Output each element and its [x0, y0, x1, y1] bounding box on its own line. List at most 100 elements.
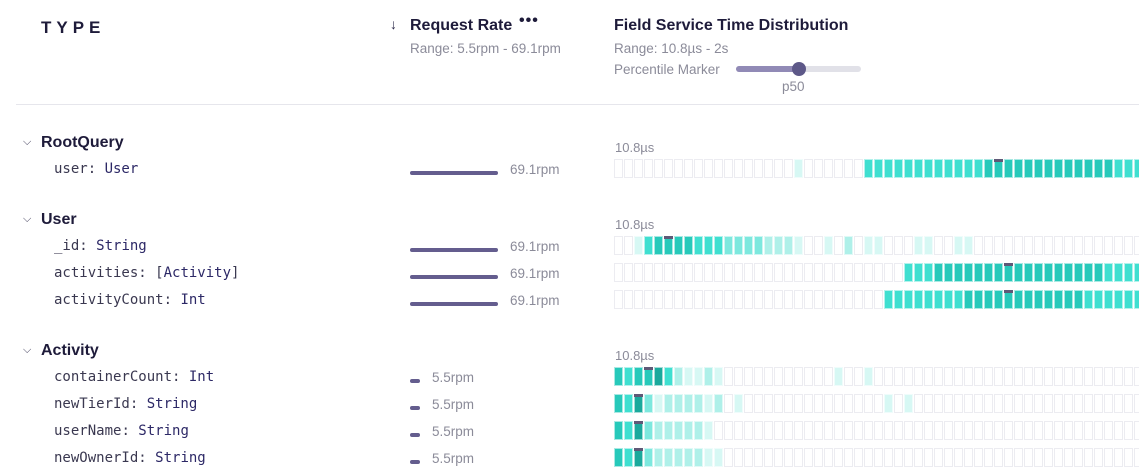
heatmap-cell — [894, 448, 903, 467]
distribution-heatmap[interactable] — [614, 367, 1139, 386]
heatmap-cell — [904, 236, 913, 255]
field-name: newOwnerId — [54, 450, 139, 466]
heatmap-cell — [614, 394, 623, 413]
request-rate-value: 5.5rpm — [432, 370, 475, 385]
heatmap-cell — [764, 290, 773, 309]
heatmap-cell — [844, 263, 853, 282]
heatmap-cell — [1104, 290, 1113, 309]
percentile-slider-thumb[interactable] — [791, 62, 806, 76]
heatmap-cell — [1124, 263, 1133, 282]
heatmap-cell — [924, 421, 933, 440]
heatmap-cell — [1044, 263, 1053, 282]
heatmap-cell — [804, 290, 813, 309]
type-group-name[interactable]: Activity — [41, 342, 99, 360]
heatmap-cell — [694, 236, 703, 255]
heatmap-cell — [714, 263, 723, 282]
heatmap-cell — [834, 367, 843, 386]
heatmap-cell — [924, 367, 933, 386]
heatmap-cell — [624, 236, 633, 255]
heatmap-cell — [914, 367, 923, 386]
field-colon: : — [138, 450, 156, 466]
field-row[interactable]: newOwnerId: String — [54, 450, 206, 466]
heatmap-cell — [784, 421, 793, 440]
field-type[interactable]: Activity — [164, 265, 231, 281]
heatmap-cell — [814, 448, 823, 467]
chevron-down-icon[interactable]: ⌵ — [23, 136, 31, 149]
heatmap-cell — [724, 263, 733, 282]
heatmap-cell — [1004, 367, 1013, 386]
field-row[interactable]: userName: String — [54, 423, 189, 439]
field-row[interactable]: activityCount: Int — [54, 292, 206, 308]
heatmap-cell — [934, 263, 943, 282]
heatmap-cell — [624, 159, 633, 178]
field-type[interactable]: String — [96, 238, 147, 254]
field-row[interactable]: containerCount: Int — [54, 369, 214, 385]
heatmap-cell — [1014, 236, 1023, 255]
field-type[interactable]: String — [155, 450, 206, 466]
heatmap-cell — [944, 367, 953, 386]
distribution-heatmap[interactable] — [614, 448, 1139, 467]
chevron-down-icon[interactable]: ⌵ — [23, 213, 31, 226]
distribution-range: Range: 10.8µs - 2s — [614, 41, 729, 56]
heatmap-cell — [904, 367, 913, 386]
heatmap-cell — [894, 290, 903, 309]
heatmap-cell — [924, 159, 933, 178]
heatmap-cell — [824, 421, 833, 440]
type-group-name[interactable]: RootQuery — [41, 134, 124, 152]
heatmap-cell — [904, 394, 913, 413]
heatmap-cell — [1114, 263, 1123, 282]
distribution-heatmap[interactable] — [614, 421, 1139, 440]
heatmap-cell — [724, 159, 733, 178]
request-rate-menu-icon[interactable]: ••• — [519, 12, 539, 30]
heatmap-cell — [934, 394, 943, 413]
heatmap-cell — [914, 236, 923, 255]
field-colon: : — [87, 161, 105, 177]
field-type[interactable]: Int — [180, 292, 205, 308]
heatmap-cell — [854, 367, 863, 386]
field-row[interactable]: activities: [Activity] — [54, 265, 239, 281]
heatmap-cell — [624, 448, 633, 467]
field-colon: : — [163, 292, 181, 308]
distribution-heatmap[interactable] — [614, 394, 1139, 413]
heatmap-cell — [734, 394, 743, 413]
heatmap-cell — [654, 236, 663, 255]
heatmap-cell — [864, 236, 873, 255]
field-colon: : — [129, 396, 147, 412]
field-type[interactable]: Int — [189, 369, 214, 385]
heatmap-cell — [1084, 263, 1093, 282]
heatmap-cell — [654, 394, 663, 413]
heatmap-cell — [1124, 448, 1133, 467]
heatmap-cell — [1014, 159, 1023, 178]
type-group-name[interactable]: User — [41, 211, 77, 229]
heatmap-cell — [694, 290, 703, 309]
header-divider — [16, 104, 1139, 105]
heatmap-cell — [1014, 367, 1023, 386]
heatmap-cell — [914, 394, 923, 413]
sort-arrow-icon[interactable]: ↓ — [390, 16, 397, 32]
heatmap-cell — [874, 367, 883, 386]
field-row[interactable]: _id: String — [54, 238, 147, 254]
distribution-heatmap[interactable] — [614, 263, 1139, 282]
heatmap-cell — [784, 394, 793, 413]
field-row[interactable]: newTierId: String — [54, 396, 197, 412]
heatmap-cell — [774, 263, 783, 282]
distribution-heatmap[interactable] — [614, 236, 1139, 255]
chevron-down-icon[interactable]: ⌵ — [23, 344, 31, 357]
field-name: userName — [54, 423, 122, 439]
distribution-heatmap[interactable] — [614, 159, 1139, 178]
heatmap-cell — [1024, 367, 1033, 386]
heatmap-cell — [614, 159, 623, 178]
distribution-heatmap[interactable] — [614, 290, 1139, 309]
heatmap-cell — [884, 290, 893, 309]
heatmap-cell — [704, 421, 713, 440]
heatmap-cell — [834, 236, 843, 255]
field-row[interactable]: user: User — [54, 161, 138, 177]
field-type[interactable]: String — [138, 423, 189, 439]
column-header-request-rate[interactable]: Request Rate — [410, 17, 512, 35]
heatmap-cell — [984, 367, 993, 386]
heatmap-cell — [634, 236, 643, 255]
field-type[interactable]: User — [105, 161, 139, 177]
heatmap-marker-cell — [664, 236, 673, 255]
heatmap-cell — [1064, 263, 1073, 282]
field-type[interactable]: String — [147, 396, 198, 412]
